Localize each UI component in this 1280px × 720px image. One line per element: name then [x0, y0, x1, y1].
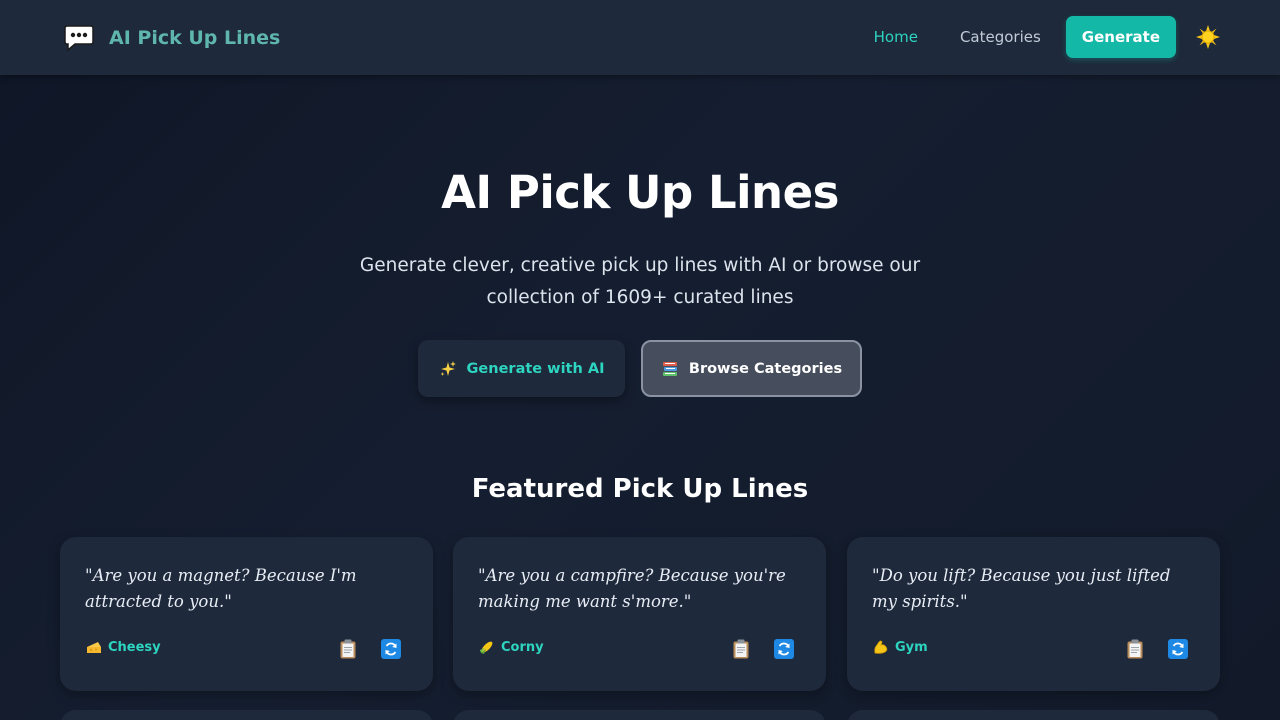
nav-categories-link[interactable]: Categories [939, 16, 1062, 58]
flexed-bicep-icon [873, 639, 889, 655]
pickup-line-card: "Do you lift? Because you just lifted my… [847, 537, 1220, 691]
hero-title: AI Pick Up Lines [441, 166, 839, 219]
nav-generate-button[interactable]: Generate [1065, 16, 1176, 58]
brand-title: AI Pick Up Lines [109, 27, 281, 49]
pickup-line-card-partial [847, 710, 1220, 720]
pickup-line-text: "Are you a campfire? Because you're maki… [478, 566, 786, 611]
card-actions [316, 638, 402, 660]
brand-logo-link[interactable]: AI Pick Up Lines [63, 24, 280, 52]
pickup-line-card-partial [453, 710, 826, 720]
category-tag-gym[interactable]: Gym [873, 639, 928, 655]
speech-bubble-icon [63, 24, 95, 52]
pickup-line-card: "Are you a magnet? Because I'm attracted… [60, 537, 433, 691]
hero-subtitle-line-2: collection of 1609+ curated lines [486, 287, 794, 308]
pickup-line-card: "Are you a campfire? Because you're maki… [453, 537, 826, 691]
refresh-icon[interactable] [1167, 638, 1189, 660]
clipboard-icon[interactable] [1124, 638, 1146, 660]
clipboard-icon[interactable] [730, 638, 752, 660]
category-label: Corny [501, 639, 544, 655]
generate-with-ai-label: Generate with AI [466, 360, 605, 377]
browse-categories-button[interactable]: Browse Categories [641, 340, 862, 397]
category-tag-corny[interactable]: Corny [479, 639, 544, 655]
sun-icon[interactable] [1196, 25, 1220, 49]
refresh-icon[interactable] [380, 638, 402, 660]
nav-home-link[interactable]: Home [853, 16, 939, 58]
cheese-icon [86, 639, 102, 655]
card-actions [709, 638, 795, 660]
browse-categories-label: Browse Categories [688, 360, 843, 377]
books-icon [661, 360, 679, 378]
hero-actions: Generate with AI Browse Categories [418, 340, 862, 397]
featured-section-title: Featured Pick Up Lines [471, 474, 809, 504]
category-label: Cheesy [108, 639, 161, 655]
pickup-line-card-partial [60, 710, 433, 720]
pickup-line-text: "Are you a magnet? Because I'm attracted… [85, 566, 357, 611]
category-tag-cheesy[interactable]: Cheesy [86, 639, 161, 655]
corn-icon [479, 639, 495, 655]
main-nav: Home Categories Generate [853, 16, 1220, 58]
sparkles-icon [439, 360, 457, 378]
clipboard-icon[interactable] [337, 638, 359, 660]
category-label: Gym [895, 639, 928, 655]
card-actions [1103, 638, 1189, 660]
hero-subtitle: Generate clever, creative pick up lines … [340, 250, 940, 314]
generate-with-ai-button[interactable]: Generate with AI [418, 340, 625, 397]
pickup-line-text: "Do you lift? Because you just lifted my… [872, 566, 1171, 611]
refresh-icon[interactable] [773, 638, 795, 660]
top-navbar: AI Pick Up Lines Home Categories Generat… [0, 0, 1280, 75]
hero-subtitle-line-1: Generate clever, creative pick up lines … [359, 255, 921, 276]
